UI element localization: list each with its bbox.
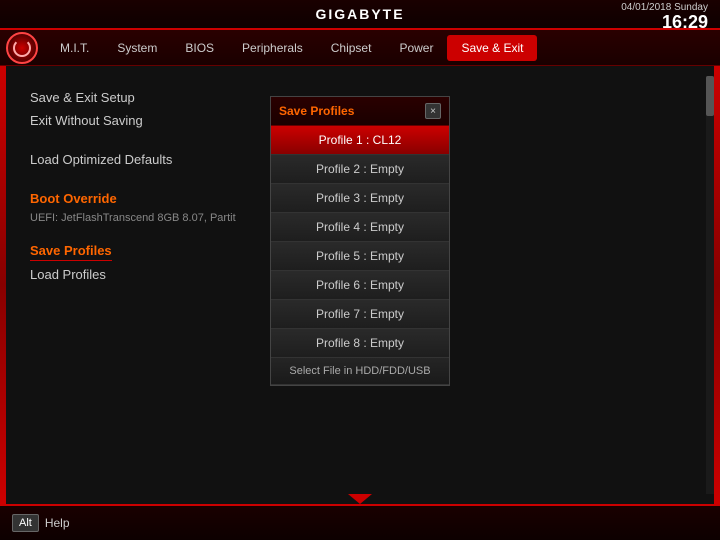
nav-mit[interactable]: M.I.T. bbox=[46, 35, 103, 61]
nav-save-exit[interactable]: Save & Exit bbox=[447, 35, 537, 61]
select-file-button[interactable]: Select File in HDD/FDD/USB bbox=[271, 358, 449, 385]
scrollbar[interactable] bbox=[706, 76, 714, 494]
profile-8[interactable]: Profile 8 : Empty bbox=[271, 329, 449, 358]
profile-5[interactable]: Profile 5 : Empty bbox=[271, 242, 449, 271]
nav-bios[interactable]: BIOS bbox=[171, 35, 228, 61]
profile-6[interactable]: Profile 6 : Empty bbox=[271, 271, 449, 300]
help-label: Help bbox=[45, 516, 70, 530]
logo-icon bbox=[6, 32, 38, 64]
popup-header: Save Profiles × bbox=[271, 97, 449, 126]
profile-3[interactable]: Profile 3 : Empty bbox=[271, 184, 449, 213]
alt-key-badge: Alt bbox=[12, 514, 39, 532]
profile-4[interactable]: Profile 4 : Empty bbox=[271, 213, 449, 242]
header: GIGABYTE 04/01/2018 Sunday 16:29 bbox=[0, 0, 720, 30]
popup-close-button[interactable]: × bbox=[425, 103, 441, 119]
navbar: M.I.T. System BIOS Peripherals Chipset P… bbox=[0, 30, 720, 66]
nav-system[interactable]: System bbox=[103, 35, 171, 61]
nav-chipset[interactable]: Chipset bbox=[317, 35, 386, 61]
bottombar: Alt Help bbox=[0, 504, 720, 540]
save-profiles-popup: Save Profiles × Profile 1 : CL12 Profile… bbox=[270, 96, 450, 386]
content-panel: Save & Exit Setup Exit Without Saving Lo… bbox=[0, 66, 720, 504]
nav-power[interactable]: Power bbox=[385, 35, 447, 61]
datetime-display: 04/01/2018 Sunday 16:29 bbox=[621, 2, 708, 33]
popup-title: Save Profiles bbox=[279, 104, 354, 118]
profile-1[interactable]: Profile 1 : CL12 bbox=[271, 126, 449, 155]
save-profiles-label[interactable]: Save Profiles bbox=[30, 243, 112, 261]
profile-2[interactable]: Profile 2 : Empty bbox=[271, 155, 449, 184]
app-title: GIGABYTE bbox=[315, 6, 404, 22]
time-display: 16:29 bbox=[662, 12, 708, 32]
scrollbar-thumb bbox=[706, 76, 714, 116]
bottom-triangle-decoration bbox=[348, 494, 372, 504]
main-content: Save & Exit Setup Exit Without Saving Lo… bbox=[0, 66, 720, 504]
nav-peripherals[interactable]: Peripherals bbox=[228, 35, 317, 61]
profile-7[interactable]: Profile 7 : Empty bbox=[271, 300, 449, 329]
